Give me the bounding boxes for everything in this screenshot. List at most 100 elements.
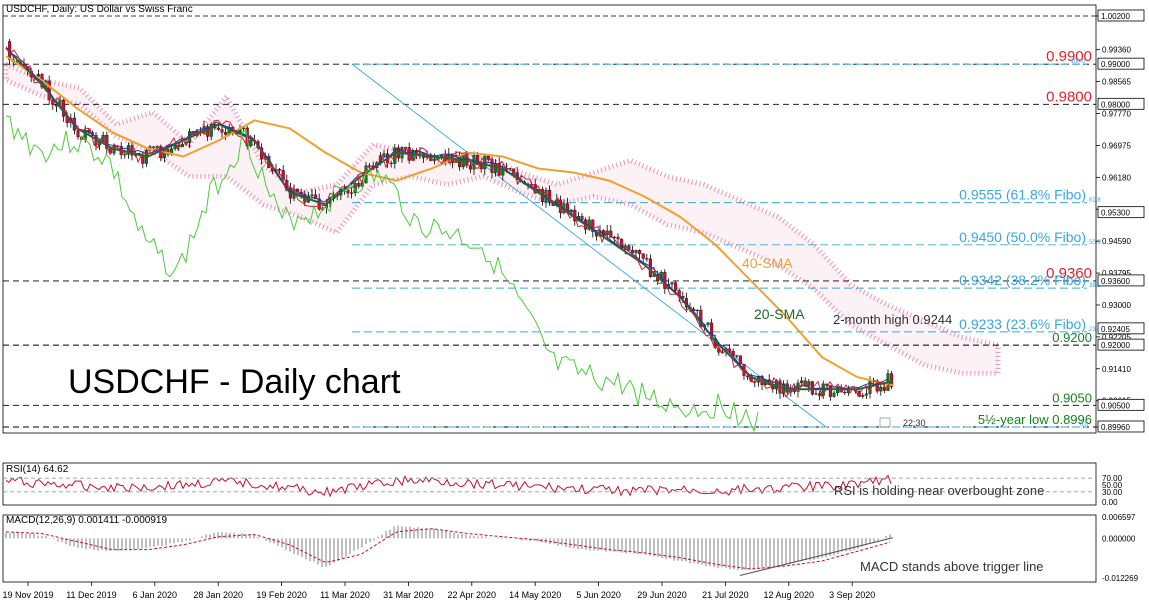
candle-body: [436, 158, 440, 160]
fibo-level-label: 0.9555 (61.8% Fibo): [959, 187, 1086, 203]
price-marker-label: 0.93600: [1101, 277, 1130, 286]
price-marker-label: 0.92000: [1101, 341, 1130, 350]
price-tick-label: 0.98565: [1102, 78, 1131, 87]
candle-body: [389, 162, 393, 164]
level-label: 5½-year low 0.8996: [978, 412, 1092, 427]
price-tick-label: 0.96180: [1102, 173, 1131, 182]
price-marker-label: 0.99000: [1101, 60, 1130, 69]
candle-body: [220, 129, 224, 133]
candle-body: [249, 139, 253, 147]
candle-body: [735, 355, 739, 357]
x-tick-label: 5 Jun 2020: [576, 590, 621, 600]
x-tick-label: 6 Jan 2020: [133, 590, 178, 600]
candle-body: [76, 130, 80, 138]
fibo-tag: 100.0: [1070, 59, 1086, 65]
sma20-label: 20-SMA: [754, 306, 805, 322]
candle-body: [861, 395, 865, 397]
candle-body: [879, 386, 883, 392]
candle-body: [807, 381, 811, 387]
candle-body: [638, 250, 642, 254]
rsi-annotation: RSI is holding near overbought zone: [834, 483, 1044, 498]
rsi-tick-label: 0.00: [1102, 498, 1118, 507]
clock-label: 22:30: [903, 418, 926, 428]
chart-heading: USDCHF - Daily chart: [68, 363, 401, 401]
candle-body: [368, 165, 372, 167]
macd-annotation: MACD stands above trigger line: [860, 559, 1044, 574]
x-tick-label: 22 Apr 2020: [448, 590, 497, 600]
candle-body: [580, 216, 584, 220]
candle-body: [278, 169, 282, 171]
price-marker-label: 1.00200: [1101, 12, 1130, 21]
candle-body: [418, 152, 422, 154]
macd-tick-label: -0.012269: [1102, 574, 1139, 583]
candle-body: [180, 144, 184, 148]
candle-body: [641, 253, 645, 259]
fibo-level-label: 0.9233 (23.6% Fibo): [959, 316, 1086, 332]
rsi-line: [5, 474, 892, 498]
price-marker-label: 0.90500: [1101, 401, 1130, 410]
x-tick-label: 19 Feb 2020: [256, 590, 307, 600]
candle-body: [382, 153, 386, 156]
macd-tick-label: 0.000000: [1102, 534, 1136, 543]
candle-body: [670, 282, 674, 285]
price-tick-label: 0.97770: [1102, 110, 1131, 119]
clock-icon: [879, 417, 891, 428]
candle-body: [645, 258, 649, 260]
macd-title: MACD(12,26,9) 0.001411 -0.000919: [6, 515, 167, 526]
candle-body: [357, 183, 361, 187]
candle-body: [738, 355, 742, 365]
price-marker-label: 0.95300: [1101, 209, 1130, 218]
fibo-level-label: 0.9342 (38.2% Fibo): [959, 272, 1086, 288]
candle-body: [350, 192, 354, 194]
price-tick-label: 0.93000: [1102, 301, 1131, 310]
candle-body: [501, 169, 505, 176]
candle-body: [818, 393, 822, 396]
level-label: 0.9800: [1046, 88, 1092, 105]
candle-body: [296, 188, 300, 193]
macd-tick-label: 0.006597: [1102, 513, 1136, 522]
price-tick-label: 0.91410: [1102, 365, 1131, 374]
candle-body: [695, 309, 699, 312]
candle-body: [616, 236, 620, 240]
rsi-title: RSI(14) 64.62: [6, 464, 69, 475]
candle-body: [479, 164, 483, 170]
price-tick-label: 0.94590: [1102, 237, 1131, 246]
x-tick-label: 29 Jun 2020: [637, 590, 687, 600]
x-tick-label: 11 Mar 2020: [320, 590, 370, 600]
candle-body: [706, 322, 710, 325]
chart-title: USDCHF, Daily: US Dollar vs Swiss Franc: [6, 4, 193, 15]
price-marker-label: 0.92405: [1101, 325, 1130, 334]
candle-body: [674, 282, 678, 291]
x-tick-label: 3 Sep 2020: [829, 590, 875, 600]
level-label: 0.9050: [1052, 390, 1092, 405]
x-tick-label: 14 May 2020: [509, 590, 561, 600]
chart-canvas: 0.99000.98000.93600.92000.90505½-year lo…: [2, 4, 1145, 600]
rsi-tick-label: 30.00: [1102, 488, 1123, 497]
candle-body: [310, 194, 314, 196]
price-tick-label: 0.99360: [1102, 46, 1131, 55]
candle-body: [634, 250, 638, 254]
x-tick-label: 12 Aug 2020: [764, 590, 815, 600]
axes-layer: 1.00200 0.99360 0.98565 0.97770 0.96975 0.961…: [2, 4, 1145, 600]
candle-body: [36, 74, 40, 77]
candle-body: [843, 391, 847, 394]
price-tick-label: 0.96975: [1102, 141, 1131, 150]
candle-body: [468, 165, 472, 170]
candle-body: [814, 393, 818, 395]
x-tick-label: 19 Nov 2019: [2, 590, 53, 600]
candle-body: [152, 146, 156, 148]
candle-body: [832, 392, 836, 397]
sma40-label: 40-SMA: [742, 255, 793, 271]
candle-body: [800, 380, 804, 384]
candle-body: [141, 155, 145, 164]
candle-body: [864, 393, 868, 396]
fibo-tag: 0.0: [1080, 422, 1089, 428]
two-month-high-label: 2-month high 0.9244: [833, 312, 952, 327]
chart-window: 0.9900 0.9800 0.9360 0.9200 0.9050 5½-year lo…: [0, 0, 1149, 607]
fibo-tag: 61.8: [1089, 198, 1101, 204]
candle-body: [224, 132, 228, 135]
level-label: 0.9200: [1052, 330, 1092, 345]
x-tick-label: 21 Jul 2020: [702, 590, 749, 600]
x-tick-label: 28 Jan 2020: [193, 590, 243, 600]
candle-body: [785, 383, 789, 393]
